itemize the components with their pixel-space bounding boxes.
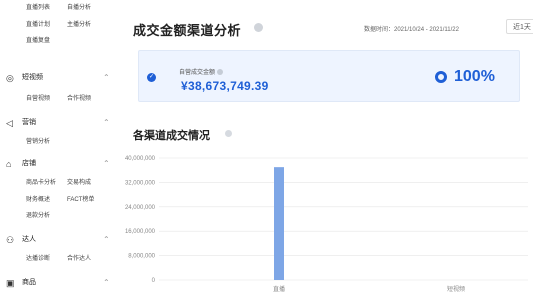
sidebar-item-own-video[interactable]: 自营视频 — [26, 94, 50, 104]
sidebar-item-self-live-analysis[interactable]: 自播分析 — [67, 3, 91, 13]
chevron-up-icon: ⌃ — [103, 278, 110, 287]
y-tick-label: 40,000,000 — [125, 156, 156, 162]
chevron-up-icon: ⌃ — [103, 159, 110, 168]
sidebar-group-label: 短视频 — [22, 74, 43, 81]
sidebar-group-label: 达人 — [22, 236, 36, 243]
y-tick-label: 8,000,000 — [128, 254, 155, 260]
sidebar-item-product-card-analysis[interactable]: 商品卡分析 — [26, 178, 56, 188]
sidebar-item-marketing-analysis[interactable]: 营销分析 — [26, 137, 50, 147]
sidebar-item-refund-analysis[interactable]: 退款分析 — [26, 211, 50, 221]
sidebar-item-transaction-composition[interactable]: 交易构成 — [67, 178, 91, 188]
sidebar-group-label: 营销 — [22, 119, 36, 126]
section-title: 各渠道成交情况 — [133, 130, 210, 142]
help-icon[interactable] — [254, 23, 263, 32]
bar-0[interactable] — [274, 167, 284, 280]
y-tick-label: 24,000,000 — [125, 205, 156, 211]
sidebar-group-label: 商品 — [22, 279, 36, 286]
stat-value: ¥38,673,749.39 — [181, 79, 269, 93]
help-icon[interactable] — [225, 130, 232, 137]
store-icon: ⌂ — [6, 159, 12, 169]
sidebar-item-live-review[interactable]: 直播复盘 — [26, 36, 50, 46]
sidebar-item-coop-talent[interactable]: 合作达人 — [67, 254, 91, 264]
sidebar-group-label: 店铺 — [22, 160, 36, 167]
x-tick-label: 短视频 — [447, 285, 465, 293]
stat-card[interactable]: ✓ 自营成交金额 ¥38,673,749.39 100% — [138, 50, 520, 102]
chevron-up-icon: ⌃ — [103, 73, 110, 82]
sidebar-item-finance-overview[interactable]: 财务概述 — [26, 195, 50, 205]
y-tick-label: 0 — [152, 278, 156, 284]
date-range-button[interactable]: 近1天 — [506, 19, 533, 34]
stat-label-text: 自营成交金额 — [179, 70, 216, 76]
chevron-up-icon: ⌃ — [103, 118, 110, 127]
sidebar: 直播列表 自播分析 直播计划 主播分析 直播复盘 ◎ 短视频 ⌃ 自营视频 合作… — [0, 0, 122, 298]
target-icon: ◎ — [6, 73, 14, 83]
stat-label: 自营成交金额 — [179, 67, 224, 76]
sidebar-item-anchor-analysis[interactable]: 主播分析 — [67, 20, 91, 30]
chart-svg: 40,000,000 32,000,000 24,000,000 16,000,000… — [125, 156, 528, 293]
x-tick-label: 直播 — [273, 285, 285, 293]
check-icon: ✓ — [147, 73, 156, 82]
y-tick-label: 32,000,000 — [125, 180, 156, 186]
sidebar-item-live-list[interactable]: 直播列表 — [26, 3, 50, 13]
sidebar-group-store[interactable]: ⌂ 店铺 ⌃ — [0, 157, 122, 171]
help-icon[interactable] — [217, 69, 224, 76]
sidebar-item-live-plan[interactable]: 直播计划 — [26, 20, 50, 30]
person-icon: ⚇ — [6, 235, 15, 245]
stat-percent: 100% — [454, 68, 495, 85]
sidebar-item-coop-video[interactable]: 合作视频 — [67, 94, 91, 104]
chevron-up-icon: ⌃ — [103, 235, 110, 244]
sidebar-group-goods[interactable]: ▣ 商品 ⌃ — [0, 276, 122, 290]
main-content: 成交金额渠道分析 数据时间：2021/10/24 - 2021/11/22 近1… — [122, 0, 533, 298]
goods-icon: ▣ — [6, 278, 15, 288]
page-title: 成交金额渠道分析 — [133, 23, 242, 38]
sidebar-group-short-video[interactable]: ◎ 短视频 ⌃ — [0, 71, 122, 85]
date-range-text: 数据时间：2021/10/24 - 2021/11/22 — [364, 27, 459, 33]
channel-bar-chart: 40,000,000 32,000,000 24,000,000 16,000,000… — [122, 148, 533, 298]
ring-icon — [435, 71, 447, 83]
sidebar-item-talent-diagnosis[interactable]: 达播诊断 — [26, 254, 50, 264]
sidebar-group-talent[interactable]: ⚇ 达人 ⌃ — [0, 233, 122, 247]
sidebar-group-marketing[interactable]: ◁ 营销 ⌃ — [0, 116, 122, 130]
y-tick-label: 16,000,000 — [125, 229, 156, 235]
megaphone-icon: ◁ — [6, 118, 13, 128]
sidebar-item-fact-ranking[interactable]: FACT榜单 — [67, 195, 94, 205]
